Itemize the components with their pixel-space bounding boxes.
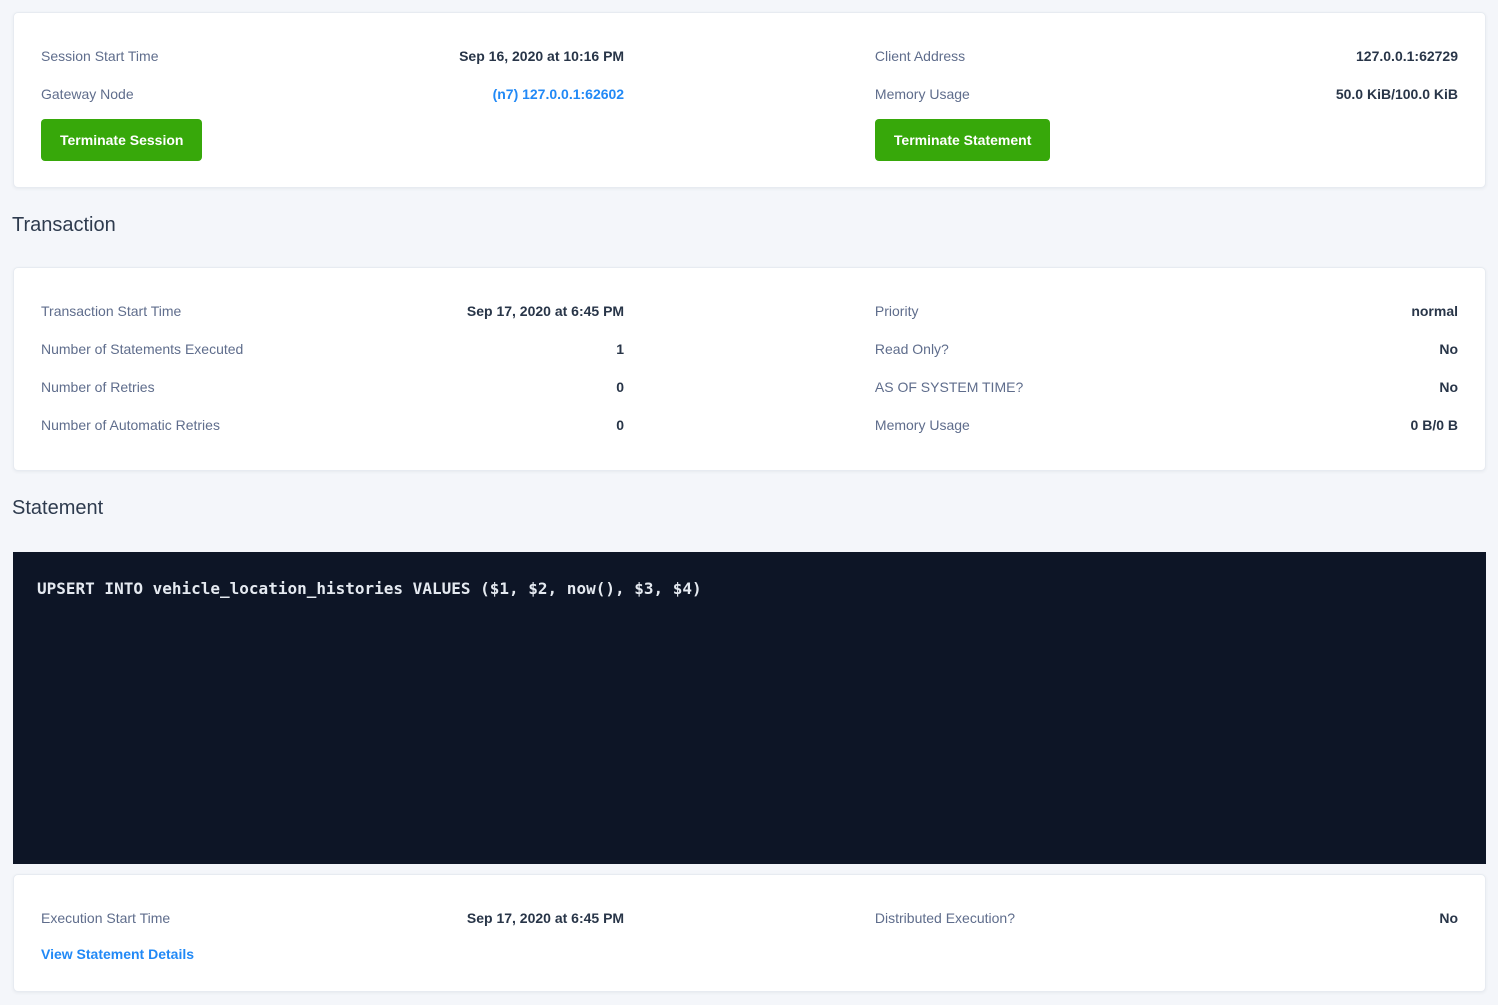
execution-card-left-column: Execution Start Time Sep 17, 2020 at 6:4… [41,899,624,973]
execution-start-time-label: Execution Start Time [41,910,170,926]
transaction-card-right-column: Priority normal Read Only? No AS OF SYST… [875,292,1458,444]
priority-row: Priority normal [875,292,1458,330]
sql-statement-box: UPSERT INTO vehicle_location_histories V… [13,552,1486,864]
automatic-retries-row: Number of Automatic Retries 0 [41,406,624,444]
session-memory-usage-value: 50.0 KiB/100.0 KiB [1336,86,1458,102]
terminate-statement-button[interactable]: Terminate Statement [875,119,1050,161]
transaction-start-time-row: Transaction Start Time Sep 17, 2020 at 6… [41,292,624,330]
statement-section-title: Statement [12,494,1498,522]
transaction-card-columns: Transaction Start Time Sep 17, 2020 at 6… [41,292,1458,444]
transaction-memory-usage-label: Memory Usage [875,417,970,433]
client-address-row: Client Address 127.0.0.1:62729 [875,37,1458,75]
session-start-time-row: Session Start Time Sep 16, 2020 at 10:16… [41,37,624,75]
session-start-time-value: Sep 16, 2020 at 10:16 PM [459,48,624,64]
as-of-system-time-row: AS OF SYSTEM TIME? No [875,368,1458,406]
as-of-system-time-label: AS OF SYSTEM TIME? [875,379,1023,395]
distributed-execution-value: No [1439,910,1458,926]
statements-executed-label: Number of Statements Executed [41,341,243,357]
retries-value: 0 [616,379,624,395]
retries-row: Number of Retries 0 [41,368,624,406]
session-card-columns: Session Start Time Sep 16, 2020 at 10:16… [41,37,1458,161]
distributed-execution-row: Distributed Execution? No [875,899,1458,937]
session-card-left-column: Session Start Time Sep 16, 2020 at 10:16… [41,37,624,161]
transaction-summary-card: Transaction Start Time Sep 17, 2020 at 6… [13,267,1486,471]
session-memory-usage-row: Memory Usage 50.0 KiB/100.0 KiB [875,75,1458,113]
transaction-start-time-label: Transaction Start Time [41,303,181,319]
retries-label: Number of Retries [41,379,155,395]
client-address-value: 127.0.0.1:62729 [1356,48,1458,64]
automatic-retries-label: Number of Automatic Retries [41,417,220,433]
view-statement-details-link[interactable]: View Statement Details [41,946,194,962]
transaction-memory-usage-value: 0 B/0 B [1411,417,1458,433]
read-only-row: Read Only? No [875,330,1458,368]
session-details-page: Session Start Time Sep 16, 2020 at 10:16… [0,12,1498,1005]
session-start-time-label: Session Start Time [41,48,159,64]
sql-statement-text: UPSERT INTO vehicle_location_histories V… [37,579,702,598]
automatic-retries-value: 0 [616,417,624,433]
execution-start-time-row: Execution Start Time Sep 17, 2020 at 6:4… [41,899,624,937]
session-card-right-column: Client Address 127.0.0.1:62729 Memory Us… [875,37,1458,161]
gateway-node-label: Gateway Node [41,86,134,102]
transaction-card-left-column: Transaction Start Time Sep 17, 2020 at 6… [41,292,624,444]
statements-executed-value: 1 [616,341,624,357]
priority-value: normal [1411,303,1458,319]
distributed-execution-label: Distributed Execution? [875,910,1015,926]
execution-start-time-value: Sep 17, 2020 at 6:45 PM [467,910,624,926]
session-memory-usage-label: Memory Usage [875,86,970,102]
read-only-label: Read Only? [875,341,949,357]
terminate-session-button[interactable]: Terminate Session [41,119,202,161]
execution-summary-card: Execution Start Time Sep 17, 2020 at 6:4… [13,874,1486,992]
session-summary-card: Session Start Time Sep 16, 2020 at 10:16… [13,12,1486,188]
transaction-memory-usage-row: Memory Usage 0 B/0 B [875,406,1458,444]
client-address-label: Client Address [875,48,965,64]
view-statement-details-row: View Statement Details [41,937,624,973]
execution-card-right-column: Distributed Execution? No [875,899,1458,973]
execution-card-columns: Execution Start Time Sep 17, 2020 at 6:4… [41,899,1458,973]
gateway-node-row: Gateway Node (n7) 127.0.0.1:62602 [41,75,624,113]
transaction-section-title: Transaction [12,211,1498,239]
transaction-start-time-value: Sep 17, 2020 at 6:45 PM [467,303,624,319]
priority-label: Priority [875,303,919,319]
statements-executed-row: Number of Statements Executed 1 [41,330,624,368]
read-only-value: No [1439,341,1458,357]
gateway-node-link[interactable]: (n7) 127.0.0.1:62602 [493,86,625,102]
as-of-system-time-value: No [1439,379,1458,395]
